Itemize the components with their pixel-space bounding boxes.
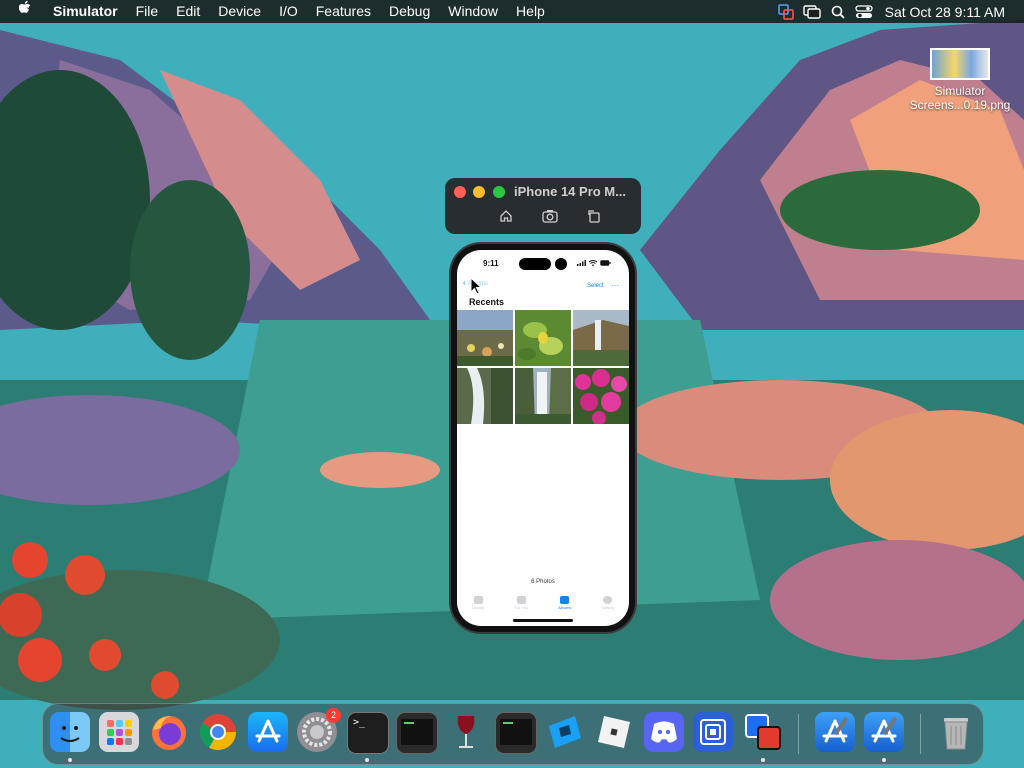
menu-io[interactable]: I/O xyxy=(270,0,307,23)
xcode-beta-app-icon[interactable] xyxy=(864,712,904,752)
select-button[interactable]: Select xyxy=(587,283,604,289)
photo-thumbnail-1[interactable] xyxy=(457,310,513,366)
more-options-button[interactable]: ··· xyxy=(611,281,619,290)
home-indicator[interactable] xyxy=(513,619,573,622)
file-name-line1: Simulator xyxy=(934,84,986,98)
close-window-button[interactable] xyxy=(454,186,466,198)
tab-albums[interactable]: Albums xyxy=(558,596,571,610)
xcode-running-dot xyxy=(882,758,886,762)
remote-desktop-app-icon[interactable] xyxy=(693,712,733,752)
photo-count: 6 Photos xyxy=(531,579,555,585)
rotate-device-icon[interactable] xyxy=(583,206,605,226)
dynamic-island xyxy=(519,258,551,270)
settings-update-badge: 2 xyxy=(326,708,341,723)
roblox-studio-app-icon[interactable] xyxy=(545,712,585,752)
dock-separator xyxy=(798,714,799,754)
launchpad-app-icon[interactable] xyxy=(99,712,139,752)
terminal-app-icon[interactable]: >_ xyxy=(347,712,389,754)
simulator-status-icon[interactable] xyxy=(773,0,799,23)
file-name-line2: Screens...0.19.png xyxy=(909,98,1011,112)
menu-debug[interactable]: Debug xyxy=(380,0,439,23)
menu-bar: Simulator File Edit Device I/O Features … xyxy=(0,0,1024,23)
system-settings-app-icon[interactable]: 2 xyxy=(297,708,341,752)
tab-library[interactable]: Library xyxy=(472,596,484,610)
camera-dot xyxy=(555,258,567,270)
apple-menu-icon[interactable] xyxy=(0,0,44,23)
menu-device[interactable]: Device xyxy=(209,0,270,23)
search-icon xyxy=(603,596,613,604)
menu-help[interactable]: Help xyxy=(507,0,554,23)
trash-icon[interactable] xyxy=(936,712,976,752)
roblox-app-icon[interactable] xyxy=(594,712,634,752)
spotlight-search-icon[interactable] xyxy=(825,0,851,23)
menu-features[interactable]: Features xyxy=(307,0,380,23)
photos-tab-bar: Library For You Albums Search xyxy=(457,592,629,614)
screenshot-camera-icon[interactable] xyxy=(539,206,561,226)
home-icon[interactable] xyxy=(495,206,517,226)
simulator-window-title: iPhone 14 Pro M... xyxy=(514,184,626,199)
photo-thumbnail-5[interactable] xyxy=(515,368,571,424)
zoom-window-button[interactable] xyxy=(493,186,505,198)
app-store-app-icon[interactable] xyxy=(248,712,288,752)
tab-for-you[interactable]: For You xyxy=(514,596,528,610)
chevron-left-icon: ‹ xyxy=(463,278,466,287)
status-indicators xyxy=(577,260,611,266)
minimize-window-button[interactable] xyxy=(473,186,485,198)
file-thumbnail xyxy=(930,48,990,80)
battery-icon xyxy=(600,260,611,266)
wine-app-icon[interactable] xyxy=(446,712,486,752)
for-you-icon xyxy=(516,596,526,604)
library-icon xyxy=(473,596,483,604)
simulator-app-icon[interactable] xyxy=(743,712,783,752)
photo-grid xyxy=(457,310,629,424)
dock-separator-trash xyxy=(920,714,921,754)
menu-edit[interactable]: Edit xyxy=(167,0,209,23)
photo-thumbnail-3[interactable] xyxy=(573,310,629,366)
terminal-running-dot xyxy=(365,758,369,762)
menu-clock[interactable]: Sat Oct 28 9:11 AM xyxy=(877,4,1024,20)
photo-thumbnail-6[interactable] xyxy=(573,368,629,424)
iphone-device-frame: 9:11 ‹ Albums Select ··· Recents xyxy=(451,244,635,632)
discord-app-icon[interactable] xyxy=(644,712,684,752)
menu-app-name[interactable]: Simulator xyxy=(44,0,127,23)
photo-thumbnail-4[interactable] xyxy=(457,368,513,424)
wifi-icon xyxy=(589,260,597,266)
iphone-screen: 9:11 ‹ Albums Select ··· Recents xyxy=(457,250,629,626)
console-app-icon[interactable] xyxy=(396,712,438,754)
menu-file[interactable]: File xyxy=(127,0,168,23)
simulator-running-dot xyxy=(761,758,765,762)
finder-app-icon[interactable] xyxy=(50,712,90,752)
terminal-prompt: >_ xyxy=(353,717,366,728)
chrome-app-icon[interactable] xyxy=(198,712,238,752)
screen-mirroring-icon[interactable] xyxy=(799,0,825,23)
tab-search[interactable]: Search xyxy=(601,596,614,610)
control-center-icon[interactable] xyxy=(851,0,877,23)
dock: 2 >_ xyxy=(42,703,984,765)
simulator-window-toolbar: iPhone 14 Pro M... xyxy=(445,178,641,234)
signal-icon xyxy=(577,260,586,266)
albums-icon xyxy=(560,596,570,604)
desktop-screenshot-file[interactable]: Simulator Screens...0.19.png xyxy=(900,48,1020,112)
status-time: 9:11 xyxy=(483,259,499,268)
finder-running-dot xyxy=(68,758,72,762)
menu-window[interactable]: Window xyxy=(439,0,507,23)
firefox-app-icon[interactable] xyxy=(149,712,189,752)
mouse-pointer-icon xyxy=(470,276,483,300)
photo-thumbnail-2[interactable] xyxy=(515,310,571,366)
console-window-app-icon[interactable] xyxy=(495,712,537,754)
xcode-app-icon[interactable] xyxy=(815,712,855,752)
